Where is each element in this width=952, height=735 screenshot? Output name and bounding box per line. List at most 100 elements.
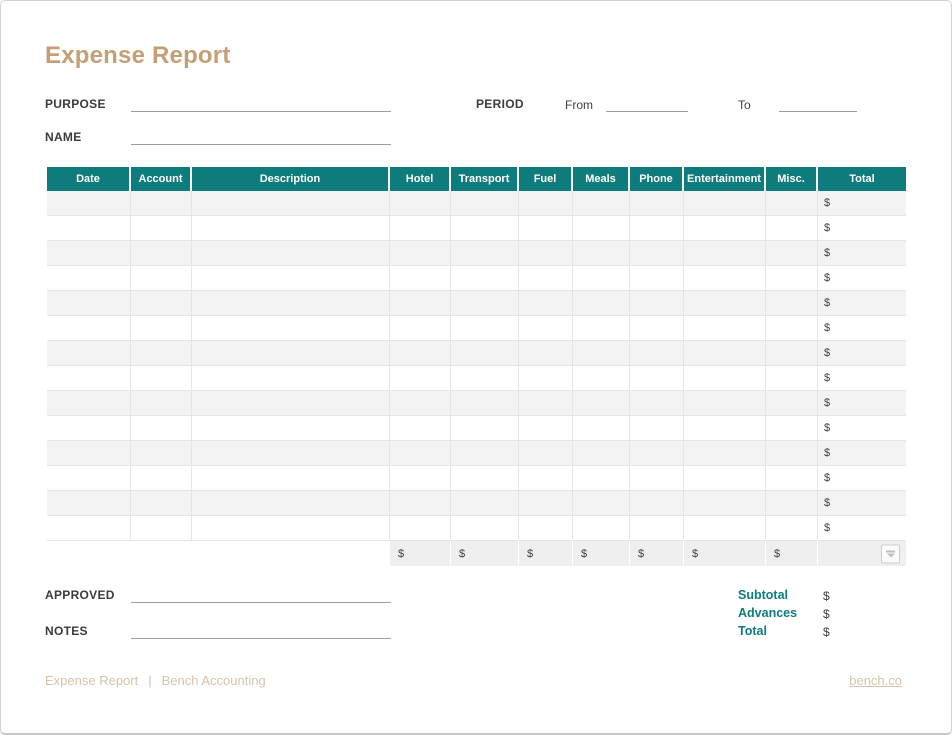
cell-entertainment[interactable] (684, 316, 766, 341)
cell-misc[interactable] (766, 191, 818, 216)
cell-date[interactable] (47, 266, 131, 291)
cell-description[interactable] (192, 491, 390, 516)
cell-total[interactable]: $ (818, 241, 906, 266)
cell-misc[interactable] (766, 241, 818, 266)
cell-account[interactable] (131, 391, 192, 416)
cell-meals[interactable] (573, 491, 630, 516)
cell-entertainment[interactable] (684, 516, 766, 541)
cell-transport[interactable] (451, 366, 519, 391)
cell-hotel[interactable] (390, 266, 451, 291)
cell-date[interactable] (47, 316, 131, 341)
cell-meals[interactable] (573, 316, 630, 341)
cell-hotel[interactable] (390, 316, 451, 341)
cell-misc[interactable] (766, 266, 818, 291)
cell-phone[interactable] (630, 291, 684, 316)
cell-phone[interactable] (630, 416, 684, 441)
cell-fuel[interactable] (519, 491, 573, 516)
cell-phone[interactable] (630, 516, 684, 541)
notes-input-line[interactable] (131, 624, 391, 639)
cell-meals[interactable] (573, 466, 630, 491)
cell-meals[interactable] (573, 391, 630, 416)
cell-misc[interactable] (766, 466, 818, 491)
cell-fuel[interactable] (519, 466, 573, 491)
cell-date[interactable] (47, 391, 131, 416)
cell-account[interactable] (131, 491, 192, 516)
cell-meals[interactable] (573, 291, 630, 316)
cell-meals[interactable] (573, 216, 630, 241)
cell-account[interactable] (131, 416, 192, 441)
cell-transport[interactable] (451, 266, 519, 291)
cell-transport[interactable] (451, 416, 519, 441)
cell-transport[interactable] (451, 216, 519, 241)
cell-phone[interactable] (630, 366, 684, 391)
cell-date[interactable] (47, 441, 131, 466)
cell-hotel[interactable] (390, 341, 451, 366)
cell-phone[interactable] (630, 341, 684, 366)
cell-fuel[interactable] (519, 291, 573, 316)
cell-transport[interactable] (451, 466, 519, 491)
cell-total[interactable]: $ (818, 466, 906, 491)
cell-phone[interactable] (630, 491, 684, 516)
cell-fuel[interactable] (519, 266, 573, 291)
cell-misc[interactable] (766, 216, 818, 241)
total-value[interactable]: $ (823, 625, 830, 639)
cell-description[interactable] (192, 316, 390, 341)
cell-date[interactable] (47, 216, 131, 241)
cell-total[interactable]: $ (818, 366, 906, 391)
cell-date[interactable] (47, 241, 131, 266)
cell-entertainment[interactable] (684, 291, 766, 316)
cell-date[interactable] (47, 516, 131, 541)
cell-misc[interactable] (766, 516, 818, 541)
cell-date[interactable] (47, 191, 131, 216)
totals-cell-transport[interactable]: $ (451, 541, 519, 566)
footer-bench-link[interactable]: bench.co (849, 673, 902, 688)
period-from-input-line[interactable] (606, 97, 688, 112)
cell-fuel[interactable] (519, 216, 573, 241)
cell-entertainment[interactable] (684, 241, 766, 266)
cell-hotel[interactable] (390, 366, 451, 391)
cell-date[interactable] (47, 341, 131, 366)
cell-total[interactable]: $ (818, 416, 906, 441)
cell-entertainment[interactable] (684, 441, 766, 466)
cell-fuel[interactable] (519, 516, 573, 541)
cell-meals[interactable] (573, 416, 630, 441)
purpose-input-line[interactable] (131, 97, 391, 112)
cell-date[interactable] (47, 366, 131, 391)
period-to-input-line[interactable] (779, 97, 857, 112)
cell-transport[interactable] (451, 241, 519, 266)
cell-description[interactable] (192, 441, 390, 466)
cell-account[interactable] (131, 216, 192, 241)
cell-hotel[interactable] (390, 391, 451, 416)
cell-description[interactable] (192, 241, 390, 266)
cell-phone[interactable] (630, 191, 684, 216)
cell-hotel[interactable] (390, 291, 451, 316)
cell-total[interactable]: $ (818, 216, 906, 241)
cell-description[interactable] (192, 341, 390, 366)
cell-account[interactable] (131, 291, 192, 316)
cell-total[interactable]: $ (818, 441, 906, 466)
cell-transport[interactable] (451, 191, 519, 216)
cell-misc[interactable] (766, 291, 818, 316)
cell-misc[interactable] (766, 341, 818, 366)
cell-total[interactable]: $ (818, 291, 906, 316)
cell-transport[interactable] (451, 516, 519, 541)
cell-transport[interactable] (451, 441, 519, 466)
cell-account[interactable] (131, 466, 192, 491)
cell-total[interactable]: $ (818, 491, 906, 516)
cell-account[interactable] (131, 266, 192, 291)
cell-misc[interactable] (766, 366, 818, 391)
cell-fuel[interactable] (519, 191, 573, 216)
cell-description[interactable] (192, 516, 390, 541)
cell-date[interactable] (47, 416, 131, 441)
cell-phone[interactable] (630, 216, 684, 241)
cell-meals[interactable] (573, 241, 630, 266)
cell-account[interactable] (131, 316, 192, 341)
cell-fuel[interactable] (519, 391, 573, 416)
cell-account[interactable] (131, 366, 192, 391)
cell-hotel[interactable] (390, 416, 451, 441)
cell-total[interactable]: $ (818, 316, 906, 341)
cell-entertainment[interactable] (684, 341, 766, 366)
cell-total[interactable]: $ (818, 341, 906, 366)
cell-description[interactable] (192, 391, 390, 416)
cell-phone[interactable] (630, 391, 684, 416)
